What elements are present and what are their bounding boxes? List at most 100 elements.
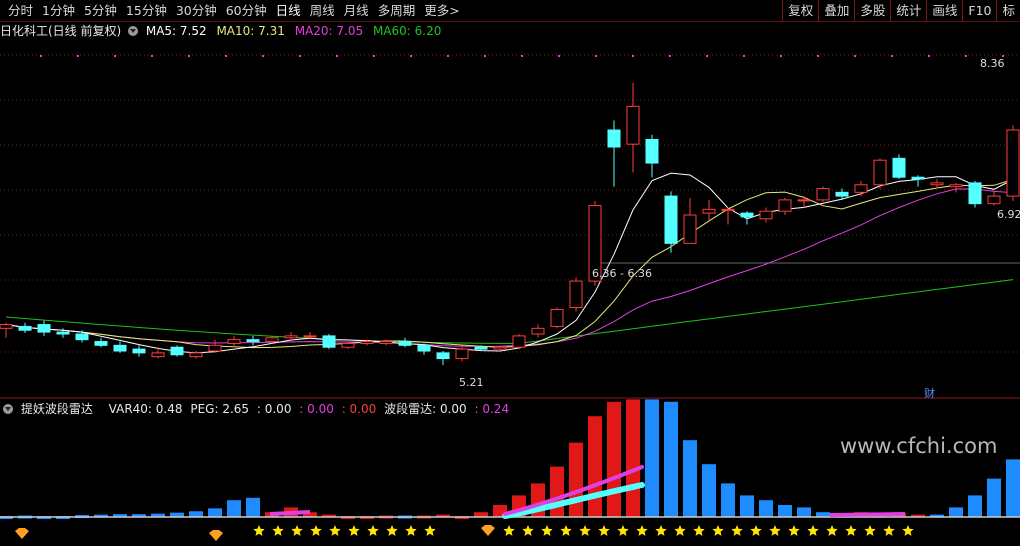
star-icon-9 — [424, 525, 436, 536]
marker-dot-5 — [225, 55, 227, 57]
candle-body-4 — [75, 333, 89, 341]
candle-body-14 — [265, 337, 279, 343]
candle-body-47 — [892, 157, 906, 178]
star-icon-15 — [598, 525, 610, 536]
candle-body-9 — [170, 346, 184, 356]
candle-body-19 — [360, 341, 374, 344]
star-icon-1 — [272, 525, 284, 536]
candle-body-12 — [227, 339, 241, 344]
candle-body-29 — [550, 308, 564, 327]
star-icon-23 — [750, 525, 762, 536]
marker-dot-7 — [299, 55, 301, 57]
ind-bar-39 — [740, 495, 754, 517]
marker-dot-25 — [965, 55, 967, 57]
candle-body-42 — [797, 199, 811, 202]
star-icon-26 — [807, 525, 819, 536]
star-icon-24 — [769, 525, 781, 536]
star-icon-18 — [655, 525, 667, 536]
ind-bar-40 — [759, 500, 773, 517]
marker-dot-11 — [447, 55, 449, 57]
marker-dot-10 — [410, 55, 412, 57]
star-icon-2 — [291, 525, 303, 536]
candle-body-30 — [569, 280, 583, 309]
ind-bar-36 — [683, 440, 697, 517]
ind-bar-38 — [721, 483, 735, 517]
marker-dot-16 — [632, 55, 634, 57]
candle-body-49 — [930, 182, 944, 186]
marker-dot-22 — [854, 55, 856, 57]
radar-segment-2 — [829, 512, 906, 517]
candle-body-44 — [835, 191, 849, 197]
ma20-line — [5, 188, 1014, 347]
candle-body-39 — [740, 212, 754, 218]
star-icon-21 — [712, 525, 724, 536]
diamond-icon-0 — [15, 528, 29, 539]
candle-body-53 — [1006, 129, 1020, 197]
ind-bar-35 — [664, 401, 678, 517]
star-icon-22 — [731, 525, 743, 536]
note-label: 财 — [924, 387, 935, 400]
candle-body-43 — [816, 188, 830, 201]
marker-dot-0 — [40, 55, 42, 57]
candle-body-16 — [303, 335, 317, 338]
ind-bar-51 — [968, 495, 982, 517]
candle-body-5 — [94, 341, 108, 346]
marker-dot-23 — [891, 55, 893, 57]
level-label: 6.36 - 6.36 — [592, 267, 652, 280]
candle-body-27 — [512, 335, 526, 348]
ind-bar-41 — [778, 505, 792, 517]
kline-chart[interactable] — [0, 0, 1020, 546]
ind-bar-53 — [1006, 459, 1020, 517]
candle-body-41 — [778, 199, 792, 212]
ind-bar-33 — [626, 399, 640, 517]
marker-dot-12 — [484, 55, 486, 57]
marker-dot-19 — [743, 55, 745, 57]
star-icon-17 — [636, 525, 648, 536]
candle-body-21 — [398, 341, 412, 346]
star-icon-13 — [560, 525, 572, 536]
star-icon-10 — [503, 525, 515, 536]
candle-body-52 — [987, 195, 1001, 205]
star-icon-30 — [883, 525, 895, 536]
diamond-icon-2 — [481, 525, 495, 536]
candle-body-33 — [626, 105, 640, 145]
candle-body-46 — [873, 159, 887, 186]
star-icon-0 — [253, 525, 265, 536]
candle-body-34 — [645, 138, 659, 164]
candle-body-22 — [417, 344, 431, 352]
candle-body-36 — [683, 214, 697, 244]
ind-bar-12 — [227, 500, 241, 517]
candle-body-48 — [911, 176, 925, 180]
candle-body-8 — [151, 352, 165, 358]
candle-body-17 — [322, 335, 336, 348]
star-icon-31 — [902, 525, 914, 536]
candle-body-2 — [37, 324, 51, 333]
candle-body-15 — [284, 335, 298, 339]
marker-dot-13 — [521, 55, 523, 57]
star-icon-5 — [348, 525, 360, 536]
ind-bar-34 — [645, 399, 659, 517]
candle-body-6 — [113, 344, 127, 352]
star-icon-11 — [522, 525, 534, 536]
star-icon-14 — [579, 525, 591, 536]
marker-dot-15 — [595, 55, 597, 57]
ind-bar-11 — [208, 508, 222, 517]
candle-body-45 — [854, 184, 868, 193]
candle-body-51 — [968, 182, 982, 205]
marker-dot-8 — [336, 55, 338, 57]
marker-dot-3 — [151, 55, 153, 57]
ind-bar-30 — [569, 442, 583, 517]
ind-bar-50 — [949, 507, 963, 517]
marker-dot-18 — [706, 55, 708, 57]
star-icon-6 — [367, 525, 379, 536]
candle-body-50 — [949, 184, 963, 188]
radar-segment-1 — [269, 510, 311, 516]
marker-dot-21 — [817, 55, 819, 57]
star-icon-29 — [864, 525, 876, 536]
ind-bar-52 — [987, 478, 1001, 517]
candle-body-26 — [493, 346, 507, 350]
star-icon-20 — [693, 525, 705, 536]
candle-body-37 — [702, 208, 716, 214]
candle-body-24 — [455, 348, 469, 360]
star-icon-7 — [386, 525, 398, 536]
